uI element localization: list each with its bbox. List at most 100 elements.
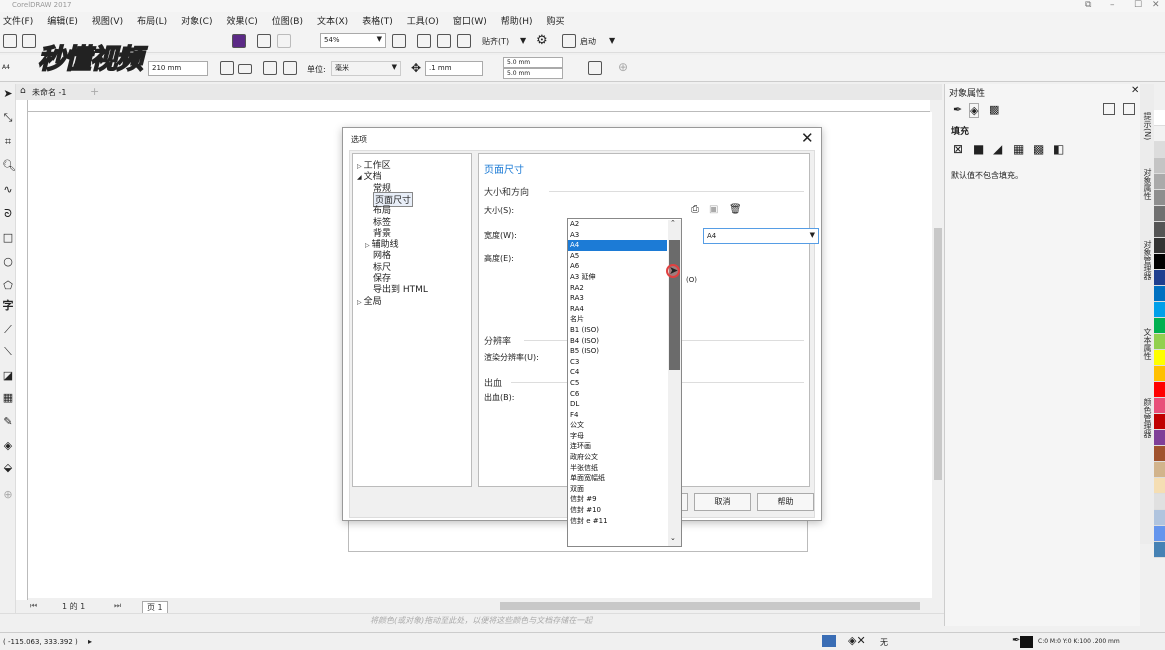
- palette-swatch[interactable]: [1154, 366, 1165, 382]
- palette-swatch[interactable]: [1154, 238, 1165, 254]
- size-option[interactable]: 半张信纸: [568, 463, 667, 474]
- size-option[interactable]: RA2: [568, 283, 667, 294]
- menu-item[interactable]: 文件(F): [3, 14, 33, 27]
- duplicate-y-field[interactable]: 5.0 mm: [503, 68, 563, 79]
- launch-icon[interactable]: [562, 34, 576, 48]
- frame-icon[interactable]: [1103, 103, 1115, 115]
- palette-swatch[interactable]: [1154, 510, 1165, 526]
- palette-swatch[interactable]: [1154, 350, 1165, 366]
- palette-swatch[interactable]: [1154, 318, 1165, 334]
- full-screen-icon[interactable]: [392, 34, 406, 48]
- docker-side-tab[interactable]: 对象属性: [1141, 168, 1153, 200]
- show-rulers-icon[interactable]: [417, 34, 431, 48]
- launch-dropdown-icon[interactable]: ▼: [609, 36, 615, 45]
- palette-swatch[interactable]: [1154, 398, 1165, 414]
- menu-item[interactable]: 效果(C): [226, 14, 257, 27]
- palette-swatch[interactable]: [1154, 526, 1165, 542]
- add-tool-icon[interactable]: ⊕: [2, 489, 14, 501]
- interactive-fill-icon[interactable]: ◈: [2, 440, 14, 452]
- home-icon[interactable]: ⌂: [20, 86, 26, 96]
- size-option[interactable]: 双面: [568, 484, 667, 495]
- scroll-down-icon[interactable]: ⌄: [670, 534, 676, 542]
- size-option[interactable]: DL: [568, 399, 667, 410]
- export-icon[interactable]: [277, 34, 291, 48]
- document-tab[interactable]: 未命名 -1: [32, 87, 67, 98]
- docker-side-tab[interactable]: 对象管理器: [1141, 240, 1153, 280]
- size-option[interactable]: B4 (ISO): [568, 336, 667, 347]
- size-option[interactable]: 政府公文: [568, 452, 667, 463]
- size-option[interactable]: A3: [568, 230, 667, 241]
- open-icon[interactable]: [22, 34, 36, 48]
- last-page-icon[interactable]: ⏭: [114, 601, 121, 611]
- show-grid-icon[interactable]: [437, 34, 451, 48]
- palette-swatch[interactable]: [1154, 190, 1165, 206]
- palette-swatch[interactable]: [1154, 222, 1165, 238]
- crop-tool-icon[interactable]: ⌗: [2, 136, 14, 148]
- palette-swatch[interactable]: [1154, 414, 1165, 430]
- size-option[interactable]: 单面宽幅纸: [568, 473, 667, 484]
- save-as-icon[interactable]: ▣: [709, 204, 718, 215]
- unit-select[interactable]: 毫米 ▼: [331, 61, 401, 76]
- palette-swatch[interactable]: [1154, 462, 1165, 478]
- drop-shadow-icon[interactable]: ◪: [2, 370, 14, 382]
- parallel-dimension-icon[interactable]: ⟋: [2, 324, 14, 336]
- duplicate-x-field[interactable]: 5.0 mm: [503, 57, 563, 68]
- pattern-fill-icon[interactable]: ▦: [1013, 142, 1024, 156]
- page-width-field[interactable]: 210 mm: [148, 61, 208, 76]
- palette-swatch[interactable]: [1154, 110, 1165, 126]
- size-option[interactable]: C3: [568, 357, 667, 368]
- tree-expand-icon[interactable]: ▷: [357, 299, 362, 306]
- palette-swatch[interactable]: [1154, 174, 1165, 190]
- size-dropdown-list[interactable]: A2 A3 A4 A5 A6 A3 延伸 RA2 RA3 RA4 名片 B1 (ISO) B4 (IS…: [567, 218, 682, 547]
- palette-swatch[interactable]: [1154, 382, 1165, 398]
- size-option[interactable]: 字母: [568, 431, 667, 442]
- palette-swatch[interactable]: [1154, 302, 1165, 318]
- palette-swatch[interactable]: [1154, 142, 1165, 158]
- palette-swatch[interactable]: [1154, 158, 1165, 174]
- size-option[interactable]: 连环画: [568, 441, 667, 452]
- minimize-icon[interactable]: –: [1110, 0, 1115, 10]
- scroll-up-icon[interactable]: ⌃: [670, 219, 676, 227]
- color-icon[interactable]: [232, 34, 246, 48]
- artistic-media-icon[interactable]: ᘐ: [2, 208, 14, 220]
- docker-side-tab[interactable]: 颜色管理器: [1141, 398, 1153, 438]
- connector-tool-icon[interactable]: ⟍: [2, 346, 14, 358]
- list-scroll-thumb[interactable]: [669, 240, 680, 370]
- fountain-fill-icon[interactable]: ◢: [993, 142, 1002, 156]
- uniform-fill-icon[interactable]: ■: [973, 142, 984, 156]
- text-tool-icon[interactable]: 字: [2, 300, 14, 312]
- horizontal-scroll-thumb[interactable]: [500, 602, 920, 610]
- texture-fill-icon[interactable]: ▩: [1033, 142, 1044, 156]
- size-option[interactable]: F4: [568, 410, 667, 421]
- ellipse-tool-icon[interactable]: ○: [2, 256, 14, 268]
- menu-item[interactable]: 编辑(E): [47, 14, 78, 27]
- size-option[interactable]: 信封 #9: [568, 494, 667, 505]
- all-pages-icon[interactable]: [263, 61, 277, 75]
- delete-preset-icon[interactable]: 🗑︎: [729, 204, 742, 215]
- vertical-scroll-thumb[interactable]: [934, 228, 942, 480]
- size-option[interactable]: A4: [568, 240, 667, 251]
- vertical-ruler[interactable]: [16, 100, 28, 600]
- eyedropper-icon[interactable]: ✎: [2, 416, 14, 428]
- palette-swatch[interactable]: [1154, 494, 1165, 510]
- zoom-tool-icon[interactable]: 🔍︎: [2, 160, 16, 172]
- palette-swatch[interactable]: [1154, 542, 1165, 558]
- menu-item[interactable]: 位图(B): [272, 14, 303, 27]
- size-option[interactable]: 信封 #10: [568, 505, 667, 516]
- size-option[interactable]: 信封 e #11: [568, 516, 667, 527]
- portrait-icon[interactable]: [220, 61, 234, 75]
- add-option-icon[interactable]: ⊕: [618, 60, 628, 74]
- pick-tool-icon[interactable]: ➤: [2, 88, 14, 100]
- fill-tab-icon[interactable]: ◈: [969, 103, 980, 118]
- save-preset-icon[interactable]: ⎙: [691, 204, 699, 215]
- new-tab-icon[interactable]: +: [90, 85, 99, 98]
- size-option[interactable]: 公文: [568, 420, 667, 431]
- launch-menu[interactable]: 启动: [580, 36, 596, 47]
- new-document-icon[interactable]: [3, 34, 17, 48]
- docker-side-tab[interactable]: 提示(N): [1141, 112, 1153, 140]
- page-icon[interactable]: [1123, 103, 1135, 115]
- size-option[interactable]: B5 (ISO): [568, 346, 667, 357]
- menu-item[interactable]: 窗口(W): [453, 14, 487, 27]
- page-size-label[interactable]: A4: [2, 64, 10, 71]
- maximize-icon[interactable]: ☐: [1134, 0, 1142, 10]
